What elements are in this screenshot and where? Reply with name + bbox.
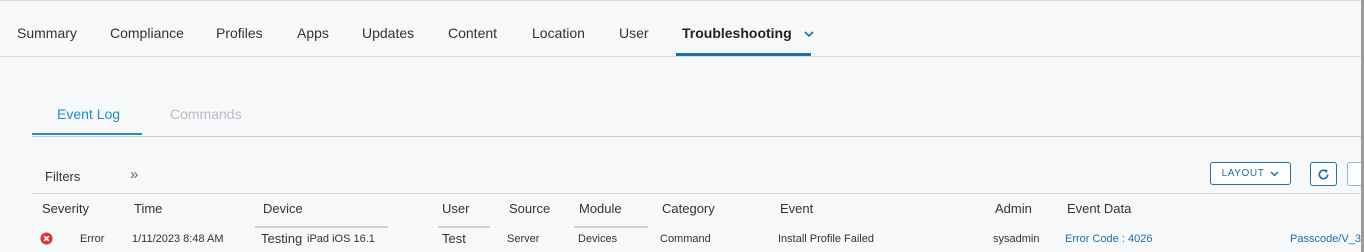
- refresh-icon: [1318, 168, 1329, 179]
- column-header-severity[interactable]: Severity: [42, 201, 89, 216]
- subtab-event-log[interactable]: Event Log: [57, 106, 120, 122]
- row-module: Devices: [578, 233, 618, 245]
- tab-troubleshooting-label: Troubleshooting: [682, 25, 792, 41]
- tab-apps[interactable]: Apps: [297, 25, 329, 41]
- column-divider-user: [438, 226, 490, 228]
- row-extra-link[interactable]: Passcode/V_3: [1290, 233, 1361, 245]
- tab-content[interactable]: Content: [448, 25, 497, 41]
- row-severity: Error: [80, 233, 105, 245]
- tab-updates[interactable]: Updates: [362, 25, 414, 41]
- chevron-down-icon: [1270, 170, 1279, 177]
- tab-compliance[interactable]: Compliance: [110, 25, 184, 41]
- column-divider-module: [574, 226, 648, 228]
- chevron-down-icon: [803, 31, 814, 37]
- row-event-data-link[interactable]: Error Code : 4026: [1065, 233, 1152, 245]
- row-category: Command: [660, 233, 711, 245]
- more-actions-button[interactable]: [1347, 162, 1361, 186]
- row-time: 1/11/2023 8:48 AM: [132, 233, 224, 245]
- active-tab-indicator: [676, 53, 811, 56]
- column-header-admin[interactable]: Admin: [995, 201, 1032, 216]
- tab-user[interactable]: User: [619, 25, 649, 41]
- subtab-bar: Event Log Commands: [32, 95, 1361, 137]
- column-divider-device: [255, 226, 388, 228]
- refresh-button[interactable]: [1310, 162, 1337, 186]
- layout-button-label: LAYOUT: [1221, 168, 1265, 179]
- tab-location[interactable]: Location: [532, 25, 585, 41]
- subtab-commands[interactable]: Commands: [170, 106, 242, 122]
- filters-label[interactable]: Filters: [45, 169, 80, 184]
- column-header-time[interactable]: Time: [134, 201, 162, 216]
- tab-summary[interactable]: Summary: [17, 25, 77, 41]
- row-user[interactable]: Test: [442, 231, 466, 246]
- tab-troubleshooting[interactable]: Troubleshooting: [682, 25, 814, 41]
- column-header-user[interactable]: User: [442, 201, 469, 216]
- layout-button[interactable]: LAYOUT: [1210, 162, 1291, 185]
- column-header-category[interactable]: Category: [662, 201, 715, 216]
- column-header-event-data[interactable]: Event Data: [1067, 201, 1131, 216]
- column-header-module[interactable]: Module: [579, 201, 622, 216]
- column-header-event[interactable]: Event: [780, 201, 813, 216]
- table-header-border: [32, 193, 1361, 194]
- error-circle-icon: [40, 232, 53, 245]
- column-header-source[interactable]: Source: [509, 201, 550, 216]
- active-subtab-indicator: [32, 133, 142, 135]
- main-tab-bar: Summary Compliance Profiles Apps Updates…: [0, 0, 1361, 57]
- row-admin: sysadmin: [993, 233, 1040, 245]
- row-source: Server: [507, 233, 540, 245]
- tab-profiles[interactable]: Profiles: [216, 25, 263, 41]
- row-device-model: iPad iOS 16.1: [307, 233, 375, 245]
- double-chevron-right-icon[interactable]: »: [130, 166, 138, 183]
- row-event: Install Profile Failed: [778, 233, 874, 245]
- row-device-name[interactable]: Testing: [261, 231, 302, 246]
- column-header-device[interactable]: Device: [263, 201, 303, 216]
